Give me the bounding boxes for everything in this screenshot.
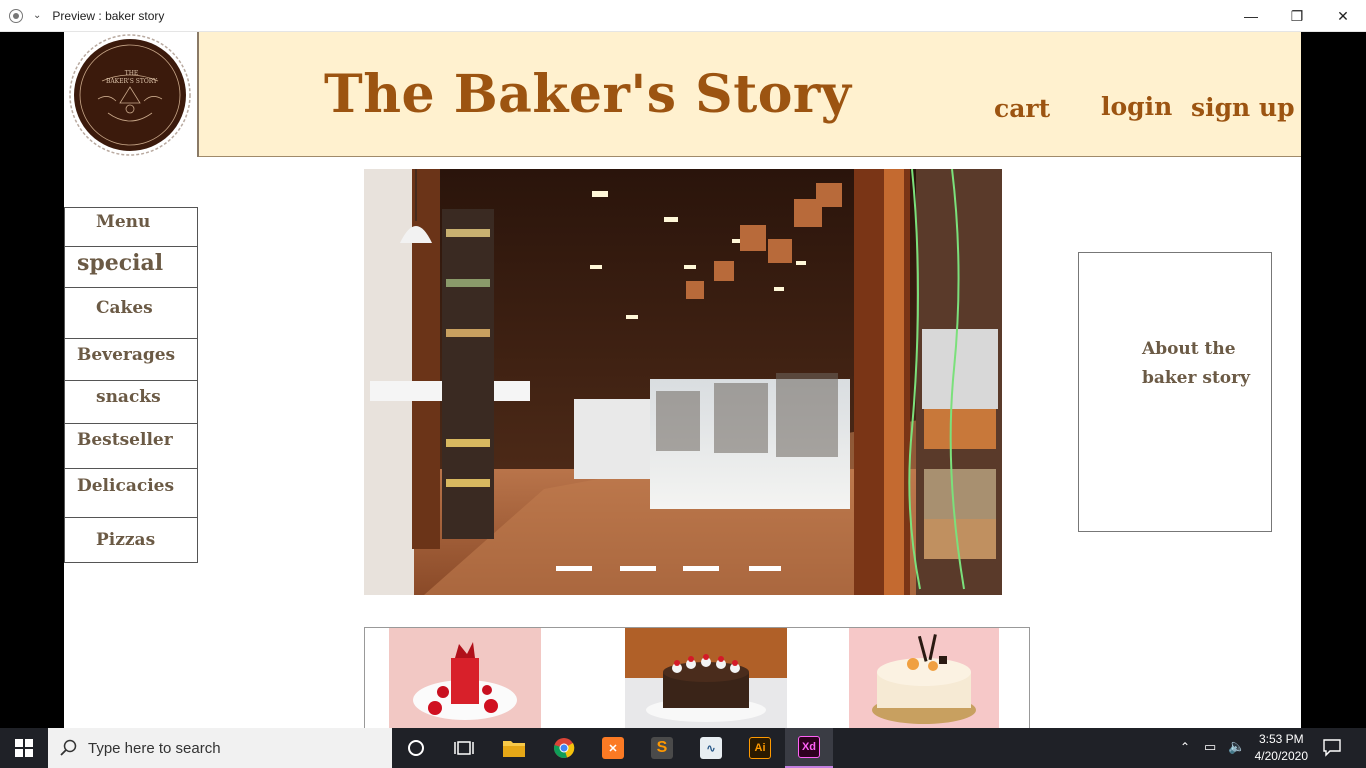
search-placeholder: Type here to search (88, 739, 221, 757)
xampp-icon: ✕ (602, 737, 624, 759)
menu-item-label: Delicacies (77, 476, 175, 496)
menu-item-snacks[interactable]: snacks (64, 380, 198, 423)
about-box[interactable]: About the baker story (1078, 252, 1272, 532)
task-view-button[interactable] (440, 728, 488, 768)
action-center-button[interactable] (1322, 737, 1342, 762)
inkscape-button[interactable]: ∿ (687, 728, 735, 768)
bakers-story-logo (69, 34, 191, 156)
menu-item-delicacies[interactable]: Delicacies (64, 468, 198, 517)
menu-item-special[interactable]: special (64, 246, 198, 287)
notification-icon (1323, 739, 1341, 757)
cortana-button[interactable] (392, 728, 440, 768)
battery-icon[interactable]: ▭ (1204, 739, 1216, 755)
signup-link[interactable]: sign up (1191, 93, 1295, 122)
chevron-down-icon[interactable]: ⌄ (33, 10, 41, 21)
maximize-button[interactable]: ❐ (1274, 0, 1320, 32)
close-button[interactable]: ✕ (1320, 0, 1366, 32)
cart-link[interactable]: cart (994, 94, 1050, 123)
menu-item-label: Beverages (77, 345, 176, 365)
illustrator-icon: Ai (749, 737, 771, 759)
menu-item-label: Menu (96, 212, 151, 232)
file-explorer-button[interactable] (490, 728, 538, 768)
chrome-button[interactable] (540, 728, 588, 768)
taskbar-search-box[interactable]: Type here to search (48, 728, 392, 768)
menu-item-menu[interactable]: Menu (64, 207, 198, 246)
hero-carousel[interactable] (364, 169, 1002, 595)
taskbar-clock[interactable]: 3:53 PM 4/20/2020 (1255, 731, 1308, 765)
clock-time: 3:53 PM (1258, 732, 1304, 746)
menu-item-label: Bestseller (77, 430, 173, 450)
logo-container[interactable]: THE BAKER'S STORY (64, 32, 199, 157)
adobe-xd-icon: Xd (798, 736, 820, 758)
product-image-fruit-cake[interactable] (849, 628, 999, 728)
menu-item-cakes[interactable]: Cakes (64, 287, 198, 338)
login-link[interactable]: login (1101, 92, 1172, 121)
sublime-text-button[interactable]: S (638, 728, 686, 768)
menu-item-label: Cakes (96, 298, 153, 318)
logo-text-main: BAKER'S STORY (105, 78, 158, 85)
volume-icon[interactable]: 🔈 (1228, 738, 1245, 755)
folder-icon (503, 741, 525, 757)
windows-start-button[interactable] (0, 728, 48, 768)
site-header: THE BAKER'S STORY The Baker's Story cart… (64, 32, 1301, 157)
carousel-indicator-2[interactable] (620, 566, 656, 571)
search-icon (60, 739, 77, 756)
menu-item-label: Pizzas (96, 530, 156, 550)
task-view-icon (454, 741, 474, 755)
carousel-indicator-3[interactable] (683, 566, 719, 571)
illustrator-button[interactable]: Ai (736, 728, 784, 768)
bakery-interior-image (364, 169, 1002, 595)
window-title: Preview : baker story (52, 8, 165, 23)
inkscape-icon: ∿ (700, 737, 722, 759)
xampp-button[interactable]: ✕ (589, 728, 637, 768)
carousel-indicator-1[interactable] (556, 566, 592, 571)
window-titlebar: ⌄ Preview : baker story — ❐ ✕ (0, 0, 1366, 32)
product-image-red-velvet[interactable] (389, 628, 541, 728)
sublime-text-icon: S (651, 737, 673, 759)
logo-text-top: THE (124, 70, 139, 77)
product-strip (364, 627, 1030, 728)
about-text: About the baker story (1142, 339, 1250, 388)
menu-item-beverages[interactable]: Beverages (64, 338, 198, 380)
menu-item-label: snacks (96, 387, 161, 407)
carousel-indicator-4[interactable] (749, 566, 781, 571)
adobe-xd-button[interactable]: Xd (785, 728, 833, 768)
cortana-icon (408, 740, 424, 756)
windows-taskbar: Type here to search ✕ S ∿ Ai Xd ⌃ ▭ 🔈 3:… (0, 728, 1366, 768)
record-icon[interactable] (9, 8, 23, 23)
chrome-icon (554, 738, 575, 758)
product-image-black-forest[interactable] (625, 628, 787, 728)
windows-logo-icon (15, 739, 33, 757)
minimize-button[interactable]: — (1228, 0, 1274, 32)
site-title: The Baker's Story (324, 64, 852, 125)
menu-item-pizzas[interactable]: Pizzas (64, 517, 198, 563)
menu-item-bestseller[interactable]: Bestseller (64, 423, 198, 468)
preview-page: THE BAKER'S STORY The Baker's Story cart… (64, 32, 1301, 728)
clock-date: 4/20/2020 (1254, 749, 1308, 763)
show-hidden-icons-chevron-icon[interactable]: ⌃ (1180, 740, 1190, 754)
menu-item-label: special (77, 250, 164, 276)
